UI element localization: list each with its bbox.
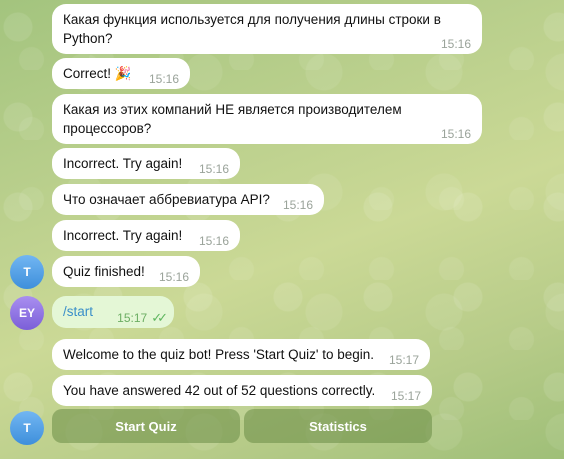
bot-avatar[interactable]: T: [10, 411, 44, 445]
avatar-initial: T: [23, 421, 31, 435]
chat-history[interactable]: Какая функция используется для получения…: [0, 0, 564, 459]
message-text: Quiz finished!: [63, 264, 145, 279]
message-time: 15:17: [390, 389, 421, 403]
bot-avatar[interactable]: T: [10, 255, 44, 289]
avatar-initial: EY: [18, 306, 35, 320]
message-text: Какая функция используется для получения…: [63, 12, 441, 46]
message-text: Welcome to the quiz bot! Press 'Start Qu…: [63, 347, 375, 362]
message-bubble: Incorrect. Try again! 15:16: [52, 220, 240, 251]
message-text: You have answered 42 out of 52 questions…: [63, 383, 376, 398]
message-text: Correct! 🎉: [63, 66, 132, 81]
message-bubble: Что означает аббревиатура API? 15:16: [52, 184, 324, 215]
message-text: Incorrect. Try again!: [63, 156, 183, 171]
message-time: 15:16: [198, 162, 229, 176]
message-bubble: Какая из этих компаний НЕ является произ…: [52, 94, 482, 144]
message-time: 15:16: [158, 270, 189, 284]
avatar-initial: T: [23, 265, 31, 279]
message-time: 15:16: [148, 72, 179, 86]
double-check-icon: ✓✓: [151, 310, 168, 325]
statistics-button[interactable]: Statistics: [244, 409, 432, 443]
message-text: Incorrect. Try again!: [63, 228, 183, 243]
message-time: 15:16: [440, 127, 471, 141]
button-label: Statistics: [309, 418, 367, 434]
message-bubble: Welcome to the quiz bot! Press 'Start Qu…: [52, 339, 430, 370]
message-text: Что означает аббревиатура API?: [63, 192, 270, 207]
message-bubble: You have answered 42 out of 52 questions…: [52, 375, 432, 406]
message-time: 15:17 ✓✓: [117, 310, 168, 325]
message-bubble: Correct! 🎉 15:16: [52, 58, 190, 89]
message-time: 15:16: [282, 198, 313, 212]
command-link[interactable]: /start: [63, 304, 93, 319]
message-bubble: Incorrect. Try again! 15:16: [52, 148, 240, 179]
button-label: Start Quiz: [115, 418, 177, 434]
message-text: Какая из этих компаний НЕ является произ…: [63, 102, 402, 136]
message-bubble: Quiz finished! 15:16: [52, 256, 200, 287]
message-time: 15:16: [440, 37, 471, 51]
start-quiz-button[interactable]: Start Quiz: [52, 409, 240, 443]
outgoing-message-bubble: /start 15:17 ✓✓: [52, 296, 174, 328]
message-bubble: Какая функция используется для получения…: [52, 4, 482, 54]
message-time: 15:16: [198, 234, 229, 248]
user-avatar[interactable]: EY: [10, 296, 44, 330]
message-time: 15:17: [388, 353, 419, 367]
